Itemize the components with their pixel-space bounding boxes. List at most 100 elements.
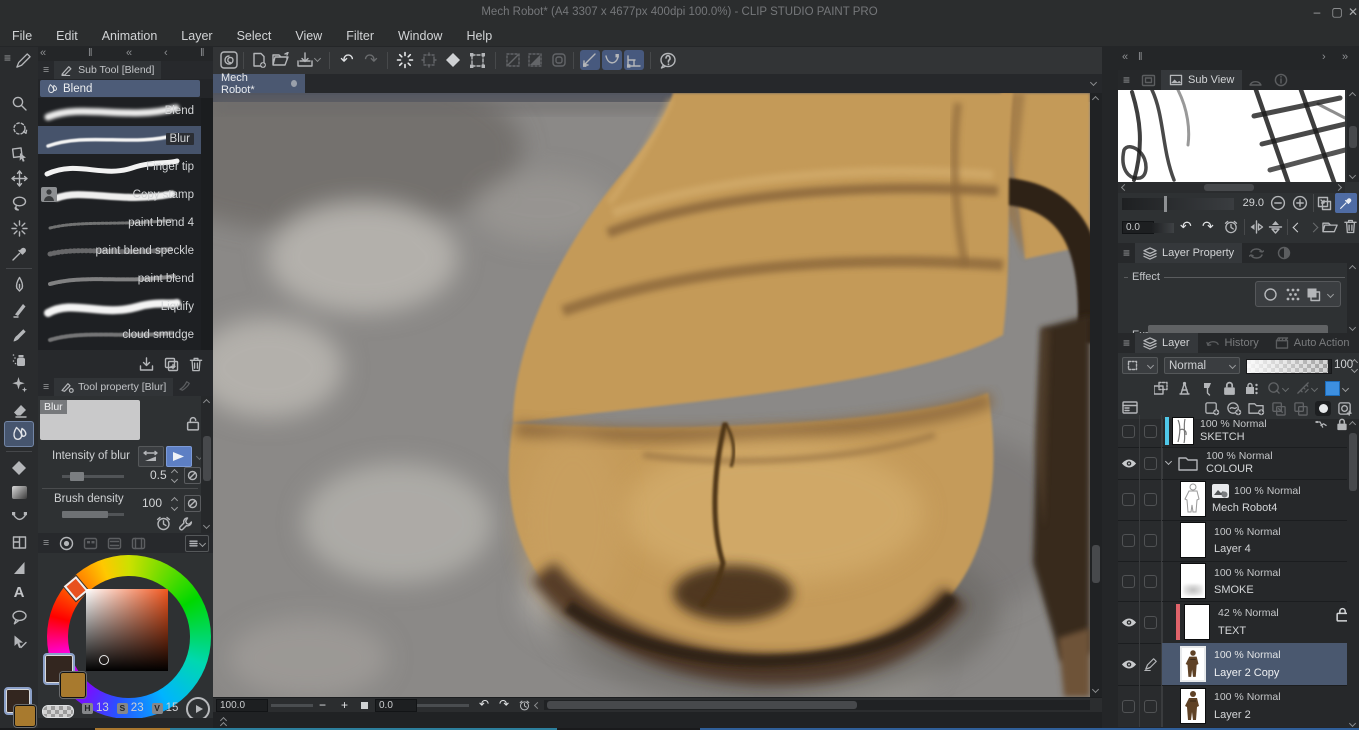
tool-marker[interactable] [0,297,38,322]
scroll-down-icon[interactable] [1349,720,1356,727]
tool-zoom[interactable] [0,91,38,116]
subview-hscrollbar[interactable] [1118,182,1345,193]
opacity-slider[interactable] [1246,359,1332,374]
flip-vertical-icon[interactable] [1268,220,1283,234]
scroll-up-icon[interactable] [1349,421,1356,428]
navigator-tab[interactable] [1135,70,1161,90]
drag-handle-icon[interactable]: ‖ [1138,51,1143,63]
tool-rotate-view[interactable] [0,116,38,141]
tool-lasso[interactable] [0,191,38,216]
collapse-left-icon[interactable]: « [126,47,132,59]
alpha-lock-icon[interactable] [1244,381,1259,396]
auto-action-tab[interactable]: Auto Action [1267,333,1358,353]
ruler-dropdown[interactable] [1296,381,1317,395]
layer-search-dropdown[interactable] [1122,357,1158,374]
merge-down-icon[interactable] [1293,401,1309,416]
menu-select[interactable]: Select [237,29,272,43]
reset-rotation-icon[interactable] [1224,220,1238,234]
scroll-down-icon[interactable] [1349,172,1356,179]
snap-grid-button[interactable] [624,50,644,70]
layer-thumbnail[interactable] [1184,604,1210,640]
layer-visibility-cell[interactable] [1118,685,1140,727]
quick-access-tab[interactable] [1242,70,1268,90]
scrollbar-thumb[interactable] [1349,433,1357,491]
previous-image-icon[interactable] [1293,223,1303,233]
density-value[interactable]: 100 [142,496,162,510]
subtool-group-tab[interactable]: Blend [40,80,200,97]
layer-row-smoke[interactable]: 100 % Normal SMOKE [1118,561,1359,602]
layer-visibility-cell[interactable] [1118,601,1140,643]
list-item-blend[interactable]: Blend [38,98,201,127]
snap-ruler-button[interactable] [580,50,600,70]
list-item-paint-blend[interactable]: paint blend [38,266,201,295]
rotation-input[interactable]: 0.0 [375,699,417,712]
reset-rotation-icon[interactable] [519,700,530,711]
rotate-ccw-icon[interactable]: ↶ [1180,218,1192,235]
snap-special-ruler-button[interactable] [602,50,622,70]
open-file-button[interactable] [271,50,291,70]
close-button[interactable]: ✕ [1344,3,1359,21]
layer-color-dropdown[interactable] [1325,381,1348,396]
tool-blend-selected[interactable] [4,421,34,447]
subview-eyedropper-toggle[interactable] [1335,193,1357,213]
zoom-out-icon[interactable]: − [319,698,326,712]
tool-brush[interactable] [0,322,38,347]
new-vector-layer-icon[interactable] [1226,401,1242,416]
draft-layer-dropdown[interactable] [1267,381,1288,395]
tone-effect-icon[interactable] [1285,287,1300,302]
color-mixing-tab[interactable] [126,533,150,553]
color-set-tab[interactable] [78,533,102,553]
panel-menu-icon[interactable]: ≡ [1123,246,1130,260]
wrench-icon[interactable] [178,516,193,531]
scrollbar-thumb[interactable] [1092,545,1100,583]
lock-transparent-icon[interactable] [1200,381,1215,396]
reset-defaults-icon[interactable] [156,516,171,531]
tool-airbrush[interactable] [0,347,38,372]
drag-handle-icon[interactable]: ‖ [88,47,93,59]
layer-edit-cell[interactable] [1140,479,1162,520]
deselect-button[interactable] [395,50,415,70]
collapse-right-icon[interactable]: » [1342,51,1348,63]
scroll-down-icon[interactable] [203,522,210,529]
selection-launcher-1-button[interactable] [503,50,523,70]
scroll-up-icon[interactable] [1349,92,1356,99]
create-mask-button[interactable] [1315,401,1331,416]
panel-menu-icon[interactable]: ≡ [43,537,49,549]
subview-vscrollbar[interactable] [1347,90,1359,182]
collapse-arrow-icon[interactable]: › [1322,51,1326,63]
menu-window[interactable]: Window [398,29,442,43]
history-tab[interactable]: History [1198,333,1267,353]
chevron-down-icon[interactable] [1327,290,1334,297]
menu-file[interactable]: File [12,29,32,43]
list-item-copy-stamp[interactable]: Copy stamp [38,182,201,211]
intensity-slider[interactable] [62,475,124,478]
rotate-cw-icon[interactable]: ↷ [499,697,509,711]
tool-decoration[interactable] [0,372,38,397]
tool-frame-border[interactable] [0,530,38,555]
tool-move[interactable] [0,166,38,191]
clip-to-layer-icon[interactable] [1154,381,1169,396]
undo-button[interactable]: ↶ [337,50,357,70]
next-image-icon[interactable] [1309,223,1319,233]
layer-visibility-cell[interactable] [1118,479,1140,520]
fit-to-window-icon[interactable] [1317,196,1332,211]
menu-edit[interactable]: Edit [56,29,78,43]
lock-layer-icon[interactable] [1223,381,1236,396]
scroll-left-icon[interactable] [534,702,541,709]
brush-preview-box[interactable]: Blur [40,400,140,440]
scrollbar-thumb[interactable] [203,436,211,481]
clear-image-icon[interactable] [1344,219,1357,234]
subtool-panel-tab[interactable]: Sub Tool [Blend] [54,61,161,79]
layer-row-layer2[interactable]: 100 % Normal Layer 2 [1118,685,1359,728]
zoom-in-button[interactable] [1292,195,1308,211]
intensity-spinner[interactable] [172,470,177,482]
menu-animation[interactable]: Animation [102,29,158,43]
tool-object[interactable] [0,141,38,166]
information-tab[interactable] [1268,70,1294,90]
layer-row-colour-folder[interactable]: 100 % Normal COLOUR [1118,447,1359,480]
transparent-color-swatch[interactable] [42,705,74,718]
list-item-blur-selected[interactable]: Blur [38,126,201,155]
canvas-vertical-scrollbar[interactable] [1090,93,1102,697]
zoom-input[interactable]: 100.0 [216,699,268,712]
layer-edit-cell[interactable] [1140,447,1162,479]
